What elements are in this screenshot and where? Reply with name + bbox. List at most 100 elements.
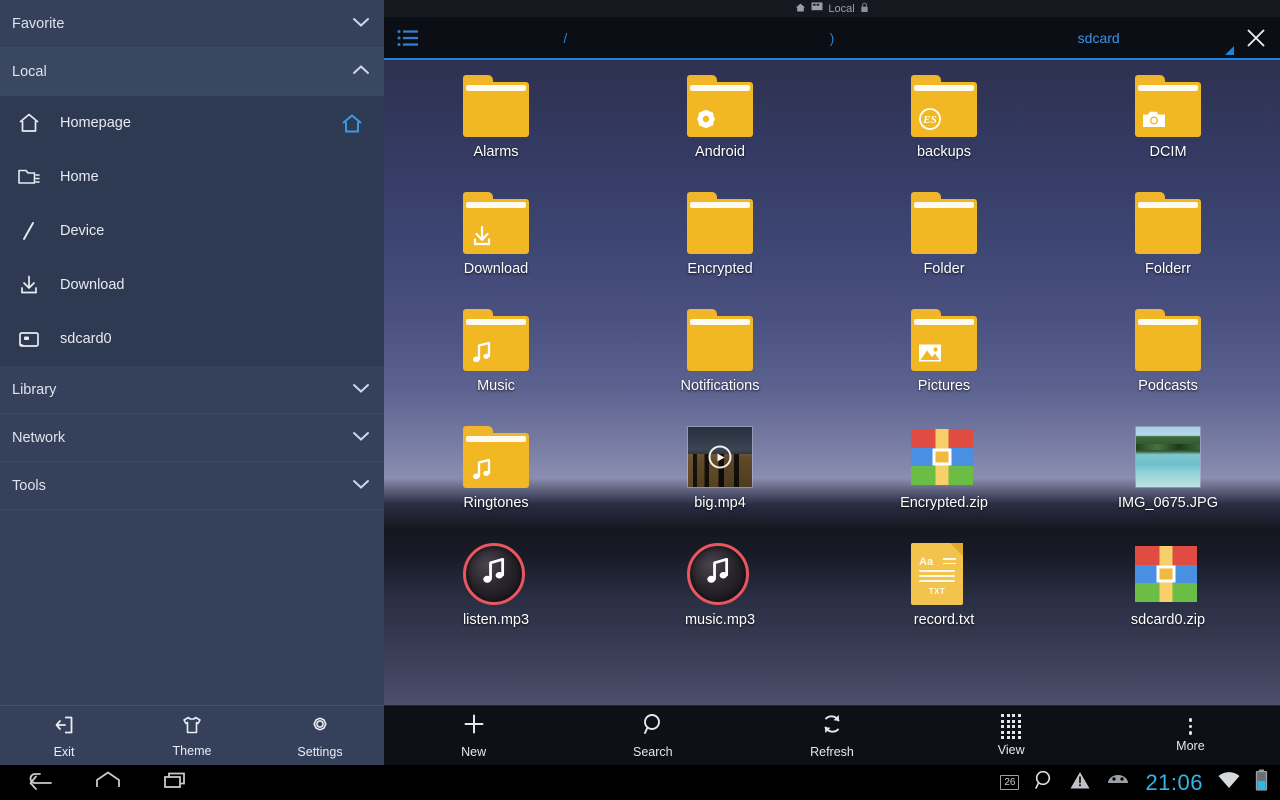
music-note-icon — [481, 557, 507, 592]
tab-sdcard[interactable]: sdcard — [965, 17, 1232, 58]
chevron-up-icon — [352, 64, 370, 80]
more-button[interactable]: More — [1101, 706, 1280, 765]
tab-resize-corner-icon — [1225, 46, 1234, 55]
music-note-icon — [470, 458, 494, 482]
exit-icon — [52, 713, 76, 742]
search-icon[interactable] — [1033, 769, 1055, 796]
es-logo-icon: ES — [918, 107, 942, 131]
file-item[interactable]: big.mp4 — [608, 417, 832, 534]
music-note-icon — [470, 341, 494, 365]
window-status-strip: Local — [384, 0, 1280, 17]
file-item[interactable]: Podcasts — [1056, 300, 1280, 417]
file-name: Ringtones — [463, 495, 529, 511]
file-grid: Alarms Android ES backups DCIM Download … — [384, 60, 1280, 705]
notification-count-badge: 26 — [1000, 775, 1020, 790]
sidebar-item-homepage[interactable]: Homepage — [0, 96, 384, 150]
file-name: Encrypted — [687, 261, 753, 277]
audio-icon — [463, 540, 529, 606]
folder-icon — [463, 72, 529, 138]
file-item[interactable]: Alarms — [384, 66, 608, 183]
camera-icon — [1142, 107, 1166, 131]
file-item[interactable]: Ringtones — [384, 417, 608, 534]
status-icons: 26 21:06 — [1000, 769, 1280, 796]
file-item[interactable]: DCIM — [1056, 66, 1280, 183]
file-item[interactable]: Aa TXT record.txt — [832, 534, 1056, 651]
sidebar-group-local[interactable]: Local — [0, 48, 384, 96]
search-label: Search — [633, 745, 673, 759]
exit-button[interactable]: Exit — [0, 706, 128, 765]
file-item[interactable]: IMG_0675.JPG — [1056, 417, 1280, 534]
music-note-icon — [705, 557, 731, 592]
wifi-icon — [1217, 771, 1241, 795]
file-item[interactable]: music.mp3 — [608, 534, 832, 651]
file-item[interactable]: Folderr — [1056, 183, 1280, 300]
search-icon — [641, 712, 665, 741]
folder-icon — [687, 189, 753, 255]
zip-icon — [1135, 540, 1201, 606]
warning-icon — [1069, 770, 1091, 795]
file-item[interactable]: sdcard0.zip — [1056, 534, 1280, 651]
sidebar-group-label: Tools — [12, 477, 46, 494]
sidebar-item-home[interactable]: Home — [0, 150, 384, 204]
screen: Favorite Local Homepage Home Device Down… — [0, 0, 1280, 800]
sidebar-group-library[interactable]: Library — [0, 366, 384, 414]
file-item[interactable]: Encrypted.zip — [832, 417, 1056, 534]
folder-icon — [687, 306, 753, 372]
file-name: backups — [916, 144, 971, 160]
file-item[interactable]: Music — [384, 300, 608, 417]
gear-icon — [308, 713, 332, 742]
sdcard-icon — [14, 324, 44, 354]
settings-button[interactable]: Settings — [256, 706, 384, 765]
sidebar-item-download[interactable]: Download — [0, 258, 384, 312]
back-icon[interactable] — [26, 769, 54, 796]
android-gear-icon — [694, 107, 718, 131]
settings-label: Settings — [297, 744, 343, 759]
tab-label: / — [563, 29, 568, 46]
tab-root[interactable]: / — [432, 17, 699, 58]
tab-second[interactable]: ) — [699, 17, 966, 58]
file-item[interactable]: Pictures — [832, 300, 1056, 417]
folder-icon — [463, 189, 529, 255]
file-name: Podcasts — [1138, 378, 1198, 394]
file-name: DCIM — [1149, 144, 1187, 160]
sidebar-item-sdcard0[interactable]: sdcard0 — [0, 312, 384, 366]
search-button[interactable]: Search — [563, 706, 742, 765]
file-item[interactable]: Download — [384, 183, 608, 300]
sidebar-group-tools[interactable]: Tools — [0, 462, 384, 510]
picture-icon — [918, 341, 942, 365]
folder-icon — [1135, 72, 1201, 138]
file-item[interactable]: ES backups — [832, 66, 1056, 183]
view-label: View — [997, 743, 1025, 757]
more-label: More — [1176, 738, 1205, 753]
file-item[interactable]: Folder — [832, 183, 1056, 300]
sidebar-group-label: Library — [12, 381, 57, 398]
file-item[interactable]: Notifications — [608, 300, 832, 417]
theme-button[interactable]: Theme — [128, 706, 256, 765]
file-item[interactable]: Android — [608, 66, 832, 183]
close-icon[interactable] — [1232, 17, 1280, 58]
file-toolbar: New Search Refresh View More — [384, 705, 1280, 765]
file-name: Music — [477, 378, 515, 394]
chevron-down-icon — [352, 382, 370, 398]
folder-list-icon — [14, 162, 44, 192]
sidebar-group-network[interactable]: Network — [0, 414, 384, 462]
sidebar-item-device[interactable]: Device — [0, 204, 384, 258]
home-icon[interactable] — [94, 769, 122, 796]
recents-icon[interactable] — [162, 769, 190, 796]
file-item[interactable]: listen.mp3 — [384, 534, 608, 651]
file-name: IMG_0675.JPG — [1118, 495, 1218, 511]
list-menu-icon[interactable] — [384, 17, 432, 58]
file-item[interactable]: Encrypted — [608, 183, 832, 300]
folder-icon — [687, 72, 753, 138]
home-accent-icon[interactable] — [340, 112, 364, 134]
new-button[interactable]: New — [384, 706, 563, 765]
text-file-type-label: TXT — [928, 587, 946, 596]
file-grid-area[interactable]: Alarms Android ES backups DCIM Download … — [384, 60, 1280, 705]
refresh-button[interactable]: Refresh — [742, 706, 921, 765]
play-icon — [708, 445, 732, 469]
android-head-icon — [1105, 771, 1131, 794]
sidebar-group-favorite[interactable]: Favorite — [0, 0, 384, 48]
audio-icon — [687, 540, 753, 606]
view-button[interactable]: View — [922, 706, 1101, 765]
file-name: Alarms — [473, 144, 519, 160]
